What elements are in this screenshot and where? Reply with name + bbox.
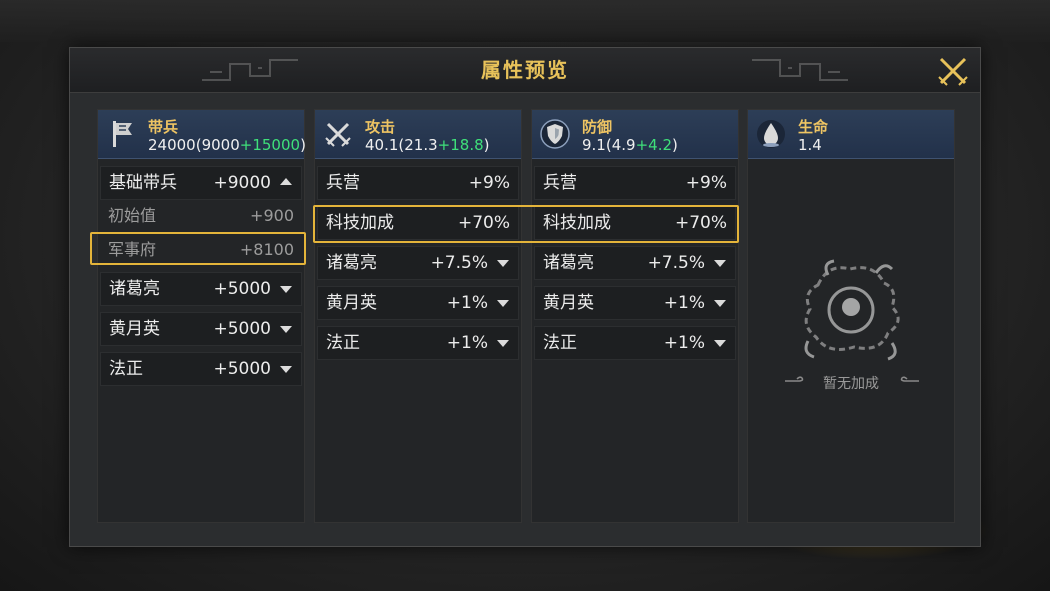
troops-row-huang-yueying[interactable]: 黄月英 +5000 [100,312,302,346]
health-title: 生命 [798,118,829,136]
chevron-down-icon[interactable] [497,260,509,267]
defense-column-header: 防御 9.1(4.9+4.2) [532,110,738,159]
troops-title: 带兵 [148,118,179,136]
chevron-down-icon[interactable] [280,326,292,333]
chevron-down-icon[interactable] [497,300,509,307]
crossed-swords-icon [325,122,351,147]
troops-column: 带兵 24000(9000+15000) 基础带兵 +9000 初始值 +900… [97,109,306,523]
background-top-bar [0,0,1050,42]
attack-row-barracks: 兵营 +9% [317,166,519,200]
chevron-down-icon[interactable] [280,286,292,293]
attack-row-huang-yueying[interactable]: 黄月英 +1% [317,286,519,320]
defense-row-tech-bonus: 科技加成 +70% [534,206,736,240]
shield-icon [540,119,570,149]
attack-column-header: 攻击 40.1(21.3+18.8) [315,110,521,159]
defense-row-zhuge-liang[interactable]: 诸葛亮 +7.5% [534,246,736,280]
no-bonus-text: 暂无加成 [823,376,879,392]
dragon-emblem-icon [804,259,900,361]
health-column: 生命 1.4 暂无加成 [747,109,955,523]
attack-column: 攻击 40.1(21.3+18.8) 兵营 +9% 科技加成 +70% 诸葛亮 … [314,109,522,523]
defense-row-barracks: 兵营 +9% [534,166,736,200]
defense-column: 防御 9.1(4.9+4.2) 兵营 +9% 科技加成 +70% 诸葛亮 +7.… [531,109,739,523]
health-column-header: 生命 1.4 [748,110,954,159]
blood-drop-icon [757,120,785,148]
troops-flag-icon [113,121,132,147]
chevron-up-icon[interactable] [280,178,292,185]
close-icon[interactable] [936,54,970,88]
dialog-header: 属性预览 [70,48,980,93]
chevron-down-icon[interactable] [280,366,292,373]
dialog-title: 属性预览 [481,58,569,82]
chevron-down-icon[interactable] [497,340,509,347]
defense-title: 防御 [582,118,613,136]
chevron-down-icon[interactable] [714,260,726,267]
defense-row-fa-zheng[interactable]: 法正 +1% [534,326,736,360]
troops-column-header: 带兵 24000(9000+15000) [98,110,306,159]
attack-value: 40.1(21.3+18.8) [365,136,490,154]
troops-row-military-office: 军事府 +8100 [108,240,294,259]
troops-row-base[interactable]: 基础带兵 +9000 [100,166,302,200]
troops-row-fa-zheng[interactable]: 法正 +5000 [100,352,302,386]
chevron-down-icon[interactable] [714,340,726,347]
troops-value: 24000(9000+15000) [148,136,306,154]
troops-row-zhuge-liang[interactable]: 诸葛亮 +5000 [100,272,302,306]
attack-title: 攻击 [365,118,396,136]
troops-row-initial: 初始值 +900 [108,206,294,225]
attribute-preview-dialog: 属性预览 带兵 24000(9000+15000) 基础带兵 +9000 初始值… [69,47,981,547]
attack-row-tech-bonus: 科技加成 +70% [317,206,519,240]
attack-row-fa-zheng[interactable]: 法正 +1% [317,326,519,360]
attack-row-zhuge-liang[interactable]: 诸葛亮 +7.5% [317,246,519,280]
swirl-ornament-right-icon [900,376,919,382]
defense-value: 9.1(4.9+4.2) [582,136,678,154]
defense-row-huang-yueying[interactable]: 黄月英 +1% [534,286,736,320]
health-value: 1.4 [798,136,822,154]
chevron-down-icon[interactable] [714,300,726,307]
